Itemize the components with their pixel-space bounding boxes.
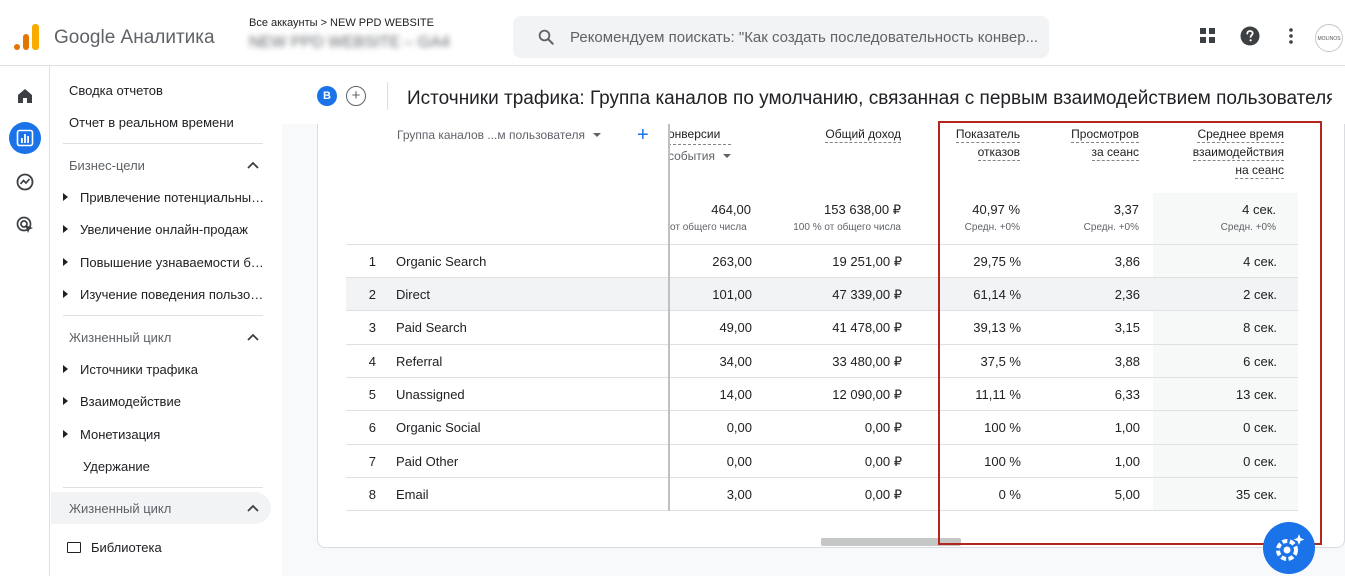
nav-item-online-sales[interactable]: Увеличение онлайн-продаж: [63, 222, 268, 237]
report-header: B + Источники трафика: Группа каналов по…: [282, 66, 1345, 124]
analytics-app: Google Аналитика Все аккаунты > NEW PPD …: [0, 0, 1345, 576]
column-header-revenue[interactable]: Общий доход: [825, 126, 901, 143]
home-icon: [18, 89, 32, 103]
explore-icon: [16, 173, 34, 191]
bar-chart-icon: [16, 129, 34, 147]
analytics-logo-icon[interactable]: [12, 22, 40, 50]
column-header-conversions[interactable]: онверсии события: [668, 126, 732, 165]
folder-icon: [67, 542, 81, 553]
channel-name: Organic Search: [396, 254, 487, 269]
expand-arrow-icon: [63, 225, 68, 233]
account-avatar[interactable]: MOLINOS: [1315, 24, 1343, 52]
top-header: Google Аналитика Все аккаунты > NEW PPD …: [0, 0, 1345, 66]
channel-name: Organic Social: [396, 420, 481, 435]
nav-item-lead-generation[interactable]: Привлечение потенциальных клиентов: [63, 190, 268, 205]
page-title: Источники трафика: Группа каналов по умо…: [407, 88, 1332, 109]
channel-name: Referral: [396, 354, 443, 369]
advertising-button[interactable]: [9, 209, 41, 241]
dropdown-arrow-icon[interactable]: [723, 154, 732, 158]
nav-item-engagement[interactable]: Взаимодействие: [63, 394, 268, 409]
nav-section-business-goals[interactable]: Бизнес-цели: [69, 158, 145, 173]
channel-name: Paid Search: [396, 320, 467, 335]
search-bar[interactable]: Рекомендуем поискать: "Как создать после…: [513, 16, 1049, 58]
expand-arrow-icon: [63, 397, 68, 405]
header-separator: [387, 82, 388, 110]
advertising-icon: [16, 216, 33, 233]
channel-name: Direct: [396, 287, 430, 302]
expand-arrow-icon: [63, 290, 68, 298]
account-breadcrumb[interactable]: Все аккаунты > NEW PPD WEBSITE: [249, 17, 434, 29]
chevron-up-icon[interactable]: [247, 333, 259, 341]
total-conversions-sub: от общего числа: [670, 222, 747, 233]
nav-realtime[interactable]: Отчет в реальном времени: [69, 115, 234, 130]
dimension-column-header[interactable]: Группа каналов ...м пользователя: [397, 128, 601, 142]
property-selector[interactable]: NEW PPD WEBSITE – GA4: [249, 34, 497, 52]
channel-name: Email: [396, 487, 429, 502]
dropdown-arrow-icon[interactable]: [592, 133, 601, 137]
nav-library[interactable]: Библиотека: [67, 540, 162, 555]
total-revenue-sub: 100 % от общего числа: [793, 222, 901, 233]
total-conversions: 464,00: [711, 202, 751, 217]
expand-arrow-icon: [63, 193, 68, 201]
nav-item-brand-awareness[interactable]: Повышение узнаваемости бренда: [63, 255, 268, 270]
total-revenue: 153 638,00 ₽: [824, 202, 901, 217]
frozen-column-divider[interactable]: [668, 124, 670, 511]
add-comparison-button[interactable]: +: [346, 86, 366, 106]
nav-section-lifecycle[interactable]: Жизненный цикл: [69, 330, 171, 345]
channel-name: Paid Other: [396, 454, 459, 469]
chevron-up-icon[interactable]: [247, 161, 259, 169]
nav-divider: [63, 487, 263, 488]
search-input[interactable]: Рекомендуем поискать: "Как создать после…: [570, 29, 1042, 46]
reports-button[interactable]: [9, 122, 41, 154]
left-rail: [0, 66, 50, 576]
nav-divider: [63, 143, 263, 144]
reports-nav: Сводка отчетов Отчет в реальном времени …: [51, 66, 281, 576]
help-icon[interactable]: [1240, 26, 1260, 46]
home-button[interactable]: [9, 80, 41, 112]
nav-section-lifecycle-2[interactable]: Жизненный цикл: [69, 501, 171, 516]
search-icon: [538, 29, 554, 45]
channel-name: Unassigned: [396, 387, 465, 402]
chevron-up-icon[interactable]: [247, 504, 259, 512]
expand-arrow-icon: [63, 430, 68, 438]
apps-grid-icon[interactable]: [1198, 26, 1218, 46]
more-vert-icon[interactable]: [1281, 26, 1301, 46]
comparison-badge[interactable]: B: [317, 86, 337, 106]
highlight-annotation-box: [938, 121, 1322, 545]
nav-item-user-behavior[interactable]: Изучение поведения пользователей: [63, 287, 268, 302]
nav-item-retention[interactable]: Удержание: [63, 459, 268, 474]
nav-reports-snapshot[interactable]: Сводка отчетов: [69, 83, 163, 98]
expand-arrow-icon: [63, 258, 68, 266]
nav-item-monetization[interactable]: Монетизация: [63, 427, 268, 442]
expand-arrow-icon: [63, 365, 68, 373]
nav-item-acquisition[interactable]: Источники трафика: [63, 362, 268, 377]
insights-sparkle-icon: [1276, 534, 1305, 561]
add-dimension-plus-icon[interactable]: +: [637, 124, 649, 147]
nav-divider: [63, 315, 263, 316]
app-name[interactable]: Google Аналитика: [54, 27, 215, 49]
insights-button[interactable]: [1263, 522, 1315, 574]
explore-button[interactable]: [9, 166, 41, 198]
